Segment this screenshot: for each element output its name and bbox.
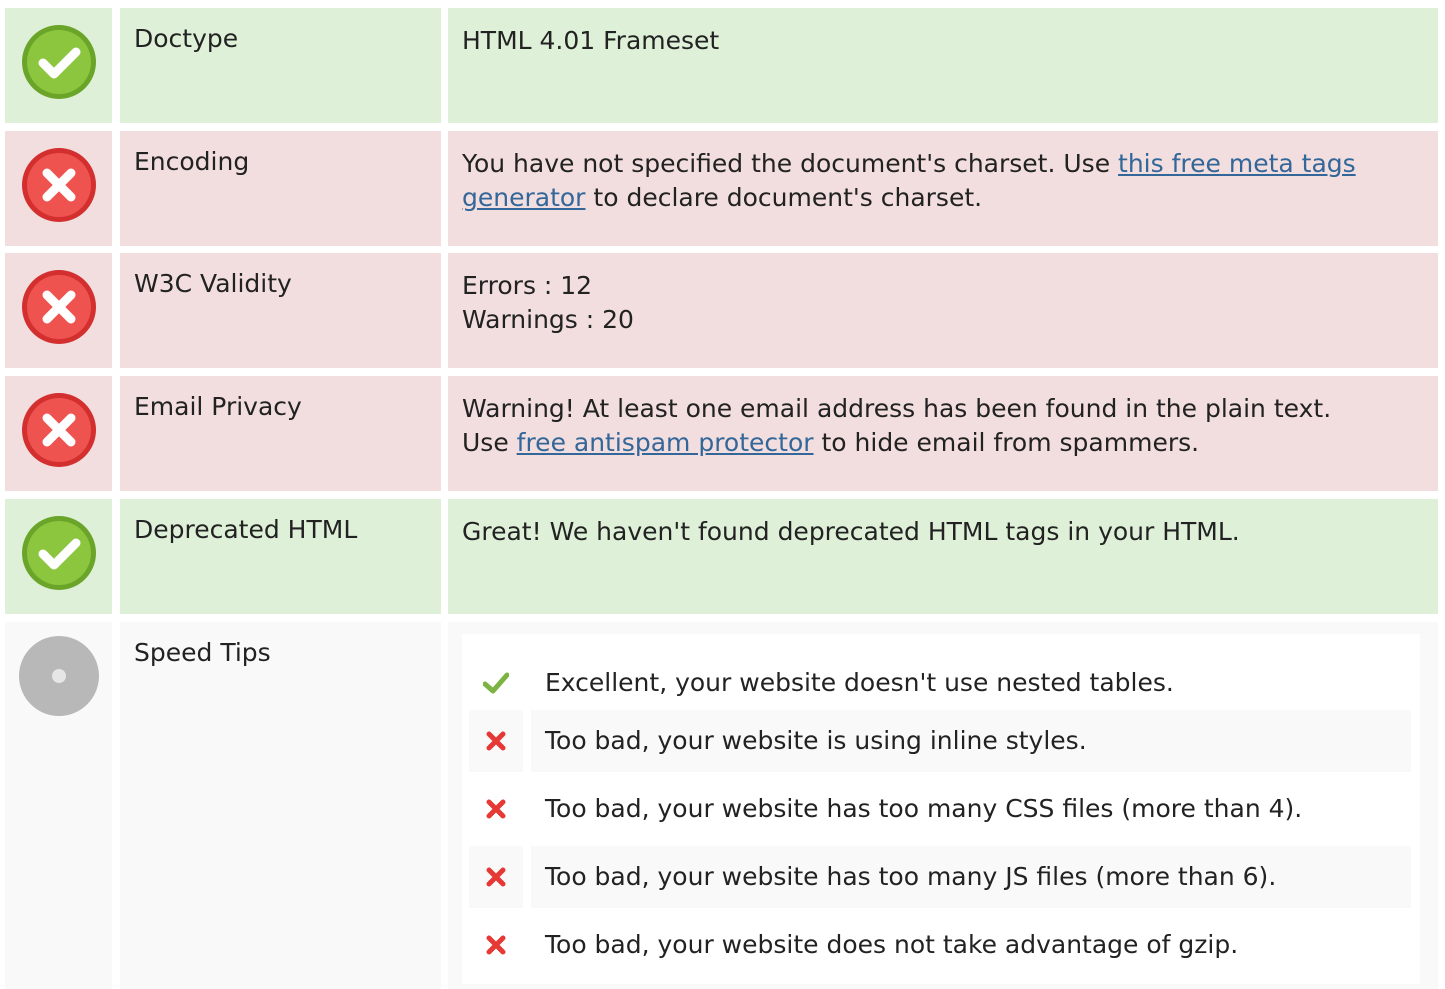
cross-icon (486, 731, 506, 751)
row-value: HTML 4.01 Frameset (448, 8, 1438, 123)
tip-text: Excellent, your website doesn't use nest… (545, 668, 1174, 697)
x-circle-icon (22, 148, 96, 222)
status-cell (5, 8, 112, 123)
speed-tips-cell: Excellent, your website doesn't use nest… (448, 622, 1438, 989)
tip-mark (469, 846, 523, 908)
speed-tips-list: Excellent, your website doesn't use nest… (462, 634, 1420, 984)
row-label: Email Privacy (120, 376, 441, 491)
row-label: Doctype (120, 8, 441, 123)
x-circle-icon (22, 393, 96, 467)
row-value: Great! We haven't found deprecated HTML … (448, 499, 1438, 614)
tip-mark (469, 914, 523, 976)
status-cell (5, 622, 112, 989)
checkmark-icon (483, 672, 509, 694)
warnings-count: Warnings : 20 (462, 305, 634, 334)
status-cell (5, 253, 112, 368)
tip-text: Too bad, your website is using inline st… (531, 710, 1411, 772)
tip-mark (469, 710, 523, 772)
tip-text: Too bad, your website has too many JS fi… (531, 846, 1411, 908)
errors-count: Errors : 12 (462, 271, 593, 300)
antispam-protector-link[interactable]: free antispam protector (517, 428, 814, 457)
status-cell (5, 499, 112, 614)
row-label: W3C Validity (120, 253, 441, 368)
status-cell (5, 131, 112, 246)
status-cell (5, 376, 112, 491)
result-row-w3c-validity: W3C Validity Errors : 12 Warnings : 20 (0, 253, 1445, 368)
result-row-doctype: Doctype HTML 4.01 Frameset (0, 8, 1445, 123)
email-advice-text: Use free antispam protector to hide emai… (462, 428, 1200, 457)
check-circle-icon (22, 25, 96, 99)
info-circle-icon (19, 636, 99, 716)
cross-icon (486, 867, 506, 887)
list-item: Too bad, your website has too many JS fi… (469, 846, 1413, 908)
row-value: You have not specified the document's ch… (448, 131, 1438, 246)
result-row-deprecated-html: Deprecated HTML Great! We haven't found … (0, 499, 1445, 614)
row-value: Warning! At least one email address has … (448, 376, 1438, 491)
x-circle-icon (22, 270, 96, 344)
row-label: Speed Tips (120, 622, 441, 989)
cross-icon (486, 799, 506, 819)
row-label: Encoding (120, 131, 441, 246)
check-circle-icon (22, 516, 96, 590)
tip-mark (469, 778, 523, 840)
list-item: Too bad, your website has too many CSS f… (469, 778, 1413, 840)
result-row-email-privacy: Email Privacy Warning! At least one emai… (0, 376, 1445, 491)
row-label: Deprecated HTML (120, 499, 441, 614)
cross-icon (486, 935, 506, 955)
tip-text: Too bad, your website does not take adva… (545, 930, 1239, 959)
row-value: Errors : 12 Warnings : 20 (448, 253, 1438, 368)
result-row-encoding: Encoding You have not specified the docu… (0, 131, 1445, 246)
email-warning-text: Warning! At least one email address has … (462, 394, 1332, 423)
list-item: Too bad, your website is using inline st… (469, 710, 1413, 772)
tip-mark (469, 652, 523, 714)
list-item: Too bad, your website does not take adva… (469, 914, 1413, 976)
list-item: Excellent, your website doesn't use nest… (469, 652, 1413, 714)
tip-text: Too bad, your website has too many CSS f… (545, 794, 1303, 823)
result-row-speed-tips: Speed Tips Excellent, your website doesn… (0, 622, 1445, 989)
